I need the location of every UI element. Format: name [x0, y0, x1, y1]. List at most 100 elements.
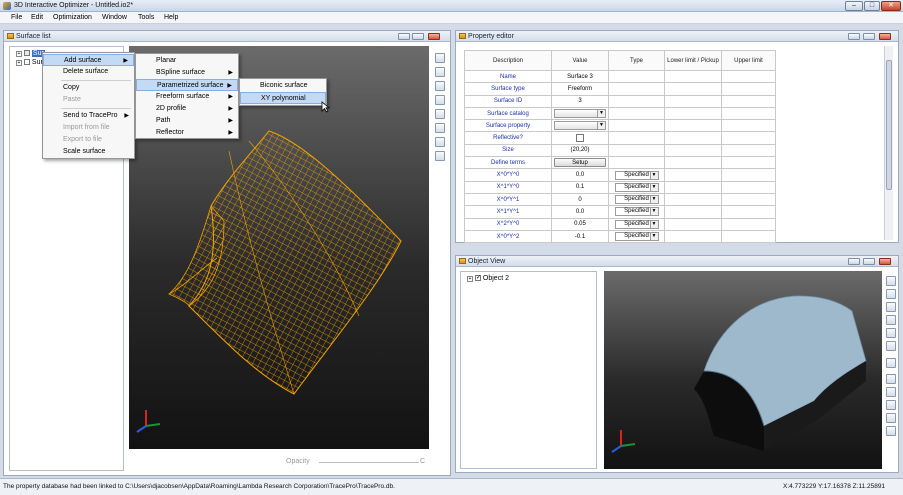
panel-icon — [459, 258, 466, 264]
checkbox[interactable] — [23, 50, 30, 57]
menu-optimization[interactable]: Optimization — [53, 14, 92, 21]
term-value[interactable]: 0.05 — [551, 217, 609, 231]
panel-minimize-button[interactable] — [848, 258, 860, 265]
view-x-icon[interactable] — [435, 81, 445, 91]
checkbox[interactable] — [23, 59, 30, 66]
menu-item-add-surface[interactable]: Add surface ▶ — [43, 54, 134, 66]
menu-window[interactable]: Window — [102, 14, 127, 21]
rotate-icon[interactable] — [886, 426, 896, 436]
table-row: X^1*Y^1 0.0 Specified ▼ — [464, 205, 776, 219]
panel-close-button[interactable] — [428, 33, 440, 40]
render-icon[interactable] — [886, 289, 896, 299]
object-tree[interactable]: + ✓ Object 2 — [460, 271, 597, 469]
pan-icon[interactable] — [435, 151, 445, 161]
menu-item-planar[interactable]: Planar — [136, 55, 238, 67]
view-x-icon[interactable] — [886, 374, 896, 384]
view-iso-icon[interactable] — [886, 413, 896, 423]
object-3d-viewport[interactable] — [604, 271, 882, 469]
view-y-icon[interactable] — [886, 387, 896, 397]
size-value[interactable]: (20,20) — [551, 143, 609, 158]
menu-help[interactable]: Help — [164, 14, 178, 21]
menu-edit[interactable]: Edit — [31, 14, 43, 21]
zoom-in-icon[interactable] — [435, 53, 445, 63]
opacity-slider[interactable] — [319, 462, 419, 463]
zoom-out-icon[interactable] — [435, 67, 445, 77]
reflective-checkbox[interactable] — [576, 134, 584, 143]
checkbox[interactable]: ✓ — [474, 275, 481, 282]
term-value[interactable]: 0.0 — [551, 168, 609, 182]
rotate-icon[interactable] — [435, 137, 445, 147]
term-value[interactable]: 0 — [551, 192, 609, 207]
menu-item-delete-surface[interactable]: Delete surface — [43, 66, 134, 78]
menu-item-copy[interactable]: Copy — [43, 82, 134, 94]
menu-item-2d-profile[interactable]: 2D profile ▶ — [136, 103, 238, 115]
shade-icon[interactable] — [886, 302, 896, 312]
menu-item-scale-surface[interactable]: Scale surface — [43, 146, 134, 158]
menu-file[interactable]: File — [11, 14, 22, 21]
menu-item-parametrized-surface[interactable]: Parametrized surface ▶ — [136, 79, 238, 91]
view-z-icon[interactable] — [435, 109, 445, 119]
chevron-down-icon: ▼ — [649, 220, 658, 228]
surface-id-value[interactable]: 3 — [551, 94, 609, 108]
menu-item-bspline-surface[interactable]: BSpline surface ▶ — [136, 67, 238, 79]
cursor-coordinates: X:4.773229 Y:17.16378 Z:11.25891 — [783, 483, 886, 490]
property-scrollbar[interactable] — [884, 46, 893, 240]
term-type-dropdown[interactable]: Specified ▼ — [614, 170, 659, 180]
panel-close-button[interactable] — [879, 258, 891, 265]
term-type-dropdown[interactable]: Specified ▼ — [614, 232, 659, 241]
term-value[interactable]: 0.1 — [551, 180, 609, 194]
panel-minimize-button[interactable] — [848, 33, 860, 40]
menu-item-import-from-file[interactable]: Import from file — [43, 122, 134, 134]
axis-triad-icon — [611, 430, 636, 453]
expand-icon[interactable]: + — [16, 60, 22, 66]
expand-icon[interactable]: + — [16, 51, 22, 57]
expand-icon[interactable]: + — [467, 276, 473, 282]
panel-minimize-button[interactable] — [398, 33, 410, 40]
zoom-out-icon[interactable] — [886, 341, 896, 351]
panel-icon — [7, 33, 14, 39]
zoom-in-icon[interactable] — [886, 328, 896, 338]
property-editor-header: Property editor — [456, 31, 898, 42]
scrollbar-thumb[interactable] — [886, 60, 892, 190]
maximize-button[interactable]: □ — [864, 1, 880, 11]
tree-item[interactable]: + ✓ Object 2 — [467, 275, 547, 282]
term-value[interactable]: -0.1 — [551, 229, 609, 244]
table-row: Define terms Setup — [464, 156, 776, 170]
panel-restore-button[interactable] — [863, 258, 875, 265]
panel-restore-button[interactable] — [863, 33, 875, 40]
col-description: Description — [464, 50, 552, 71]
menu-item-freeform-surface[interactable]: Freeform surface ▶ — [136, 91, 238, 103]
object-view-panel: Object View + ✓ Object 2 — [455, 255, 899, 473]
menu-tools[interactable]: Tools — [138, 14, 154, 21]
menu-item-xy-polynomial[interactable]: XY polynomial — [240, 92, 326, 104]
setup-button[interactable]: Setup — [554, 158, 606, 168]
table-row: Surface property ▼ — [464, 119, 776, 133]
term-type-dropdown[interactable]: Specified ▼ — [614, 219, 659, 229]
term-type-dropdown[interactable]: Specified ▼ — [614, 182, 659, 192]
pan-icon[interactable] — [886, 315, 896, 325]
minimize-button[interactable]: – — [845, 1, 863, 11]
panel-close-button[interactable] — [879, 33, 891, 40]
surface-catalog-dropdown[interactable]: ▼ — [554, 109, 606, 119]
name-value[interactable]: Surface 3 — [551, 69, 609, 84]
menu-item-path[interactable]: Path ▶ — [136, 115, 238, 127]
term-value[interactable]: 0.0 — [551, 205, 609, 219]
table-row: Name Surface 3 — [464, 69, 776, 84]
view-y-icon[interactable] — [435, 95, 445, 105]
menu-item-reflector[interactable]: Reflector ▶ — [136, 127, 238, 139]
close-button[interactable]: ✕ — [881, 1, 901, 11]
surface-property-dropdown[interactable]: ▼ — [554, 121, 606, 131]
view-iso-icon[interactable] — [435, 123, 445, 133]
term-type-dropdown[interactable]: Specified ▼ — [614, 195, 659, 205]
menu-item-biconic-surface[interactable]: Biconic surface — [240, 80, 326, 92]
color-icon[interactable] — [886, 276, 896, 286]
menu-item-paste[interactable]: Paste — [43, 94, 134, 106]
menu-item-send-to-tracepro[interactable]: Send to TracePro ▶ — [43, 110, 134, 122]
panel-restore-button[interactable] — [412, 33, 424, 40]
term-type-dropdown[interactable]: Specified ▼ — [614, 207, 659, 217]
menu-item-export-to-file[interactable]: Export to file — [43, 134, 134, 146]
select-icon[interactable] — [886, 358, 896, 368]
surface-type-value[interactable]: Freeform — [551, 82, 609, 96]
view-z-icon[interactable] — [886, 400, 896, 410]
parametrized-surface-submenu: Biconic surface XY polynomial — [239, 78, 327, 106]
